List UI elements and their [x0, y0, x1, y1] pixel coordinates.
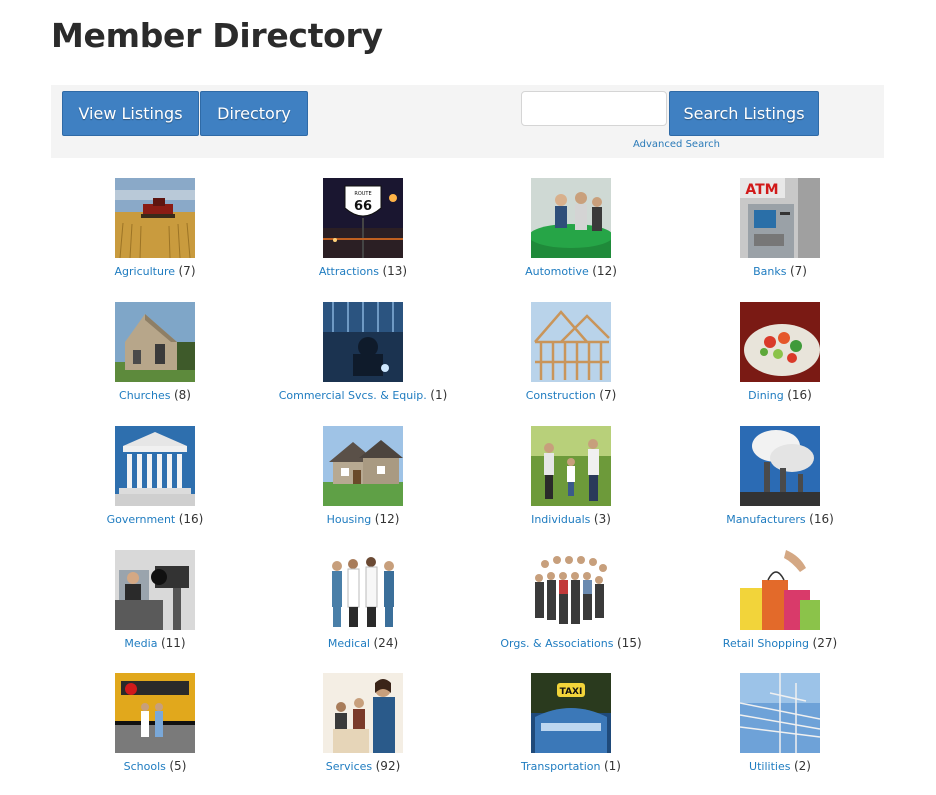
category-individuals: Individuals (3) [471, 426, 671, 536]
category-count: (12) [374, 512, 400, 526]
category-count: (24) [373, 636, 399, 650]
svg-text:ATM: ATM [745, 182, 778, 198]
category-count: (2) [793, 759, 811, 773]
wheat-field-icon[interactable] [115, 178, 195, 258]
welder-icon[interactable] [323, 302, 403, 382]
category-link[interactable]: Churches [119, 389, 170, 402]
category-count: (7) [599, 388, 617, 402]
category-media: Media (11) [55, 550, 255, 660]
category-link[interactable]: Commercial Svcs. & Equip. [279, 389, 427, 402]
house-frame-icon[interactable] [531, 302, 611, 382]
office-worker-icon[interactable] [323, 673, 403, 753]
category-count: (16) [178, 512, 204, 526]
category-automotive: Automotive (12) [471, 178, 671, 288]
category-count: (1) [603, 759, 621, 773]
category-count: (27) [812, 636, 838, 650]
category-count: (92) [375, 759, 401, 773]
category-link[interactable]: Utilities [749, 760, 790, 773]
svg-text:TAXI: TAXI [560, 687, 583, 697]
category-orgs-associations: Orgs. & Associations (15) [471, 550, 671, 660]
category-link[interactable]: Individuals [531, 513, 590, 526]
svg-text:ROUTE: ROUTE [354, 191, 371, 197]
capitol-building-icon[interactable] [115, 426, 195, 506]
category-manufacturers: Manufacturers (16) [680, 426, 880, 536]
category-banks: ATM Banks (7) [680, 178, 880, 288]
category-link[interactable]: Media [124, 637, 157, 650]
category-link[interactable]: Transportation [521, 760, 600, 773]
category-services: Services (92) [263, 673, 463, 783]
atm-icon[interactable]: ATM [740, 178, 820, 258]
category-link[interactable]: Retail Shopping [723, 637, 809, 650]
category-caption: Banks (7) [650, 264, 910, 278]
school-bus-icon[interactable] [115, 673, 195, 753]
category-link[interactable]: Attractions [319, 265, 379, 278]
car-dealership-icon[interactable] [531, 178, 611, 258]
category-caption: Dining (16) [650, 388, 910, 402]
category-link[interactable]: Schools [124, 760, 166, 773]
svg-text:66: 66 [354, 199, 372, 214]
family-icon[interactable] [531, 426, 611, 506]
category-link[interactable]: Automotive [525, 265, 589, 278]
category-link[interactable]: Medical [328, 637, 370, 650]
church-icon[interactable] [115, 302, 195, 382]
category-churches: Churches (8) [55, 302, 255, 412]
salad-bowl-icon[interactable] [740, 302, 820, 382]
category-link[interactable]: Dining [748, 389, 784, 402]
shopping-bags-icon[interactable] [740, 550, 820, 630]
category-construction: Construction (7) [471, 302, 671, 412]
category-count: (3) [593, 512, 611, 526]
category-link[interactable]: Government [107, 513, 176, 526]
category-utilities: Utilities (2) [680, 673, 880, 783]
category-count: (15) [617, 636, 642, 650]
category-count: (12) [592, 264, 617, 278]
category-government: Government (16) [55, 426, 255, 536]
house-icon[interactable] [323, 426, 403, 506]
power-lines-icon[interactable] [740, 673, 820, 753]
category-commercial-services: Commercial Svcs. & Equip. (1) [263, 302, 463, 412]
category-transportation: TAXI Transportation (1) [471, 673, 671, 783]
category-medical: Medical (24) [263, 550, 463, 660]
taxi-icon[interactable]: TAXI [531, 673, 611, 753]
category-caption: Utilities (2) [650, 759, 910, 773]
category-link[interactable]: Construction [526, 389, 596, 402]
medical-staff-icon[interactable] [323, 550, 403, 630]
category-caption: Retail Shopping (27) [650, 636, 910, 650]
route-66-sign-icon[interactable]: ROUTE 66 [323, 178, 403, 258]
category-dining: Dining (16) [680, 302, 880, 412]
category-link[interactable]: Banks [753, 265, 786, 278]
category-count: (7) [178, 264, 196, 278]
category-count: (16) [787, 388, 812, 402]
category-caption: Manufacturers (16) [650, 512, 910, 526]
category-grid: Agriculture (7) ROUTE 66 Attractions (13… [0, 0, 936, 795]
group-of-people-icon[interactable] [531, 550, 611, 630]
category-count: (11) [160, 636, 186, 650]
category-count: (16) [809, 512, 834, 526]
category-housing: Housing (12) [263, 426, 463, 536]
category-retail-shopping: Retail Shopping (27) [680, 550, 880, 660]
category-attractions: ROUTE 66 Attractions (13) [263, 178, 463, 288]
news-camera-icon[interactable] [115, 550, 195, 630]
category-schools: Schools (5) [55, 673, 255, 783]
category-link[interactable]: Agriculture [115, 265, 176, 278]
category-count: (8) [173, 388, 191, 402]
factory-smokestack-icon[interactable] [740, 426, 820, 506]
category-count: (7) [789, 264, 807, 278]
category-count: (13) [382, 264, 408, 278]
category-agriculture: Agriculture (7) [55, 178, 255, 288]
category-link[interactable]: Orgs. & Associations [500, 637, 613, 650]
category-link[interactable]: Services [326, 760, 372, 773]
category-count: (5) [169, 759, 187, 773]
category-link[interactable]: Manufacturers [726, 513, 805, 526]
category-link[interactable]: Housing [327, 513, 372, 526]
